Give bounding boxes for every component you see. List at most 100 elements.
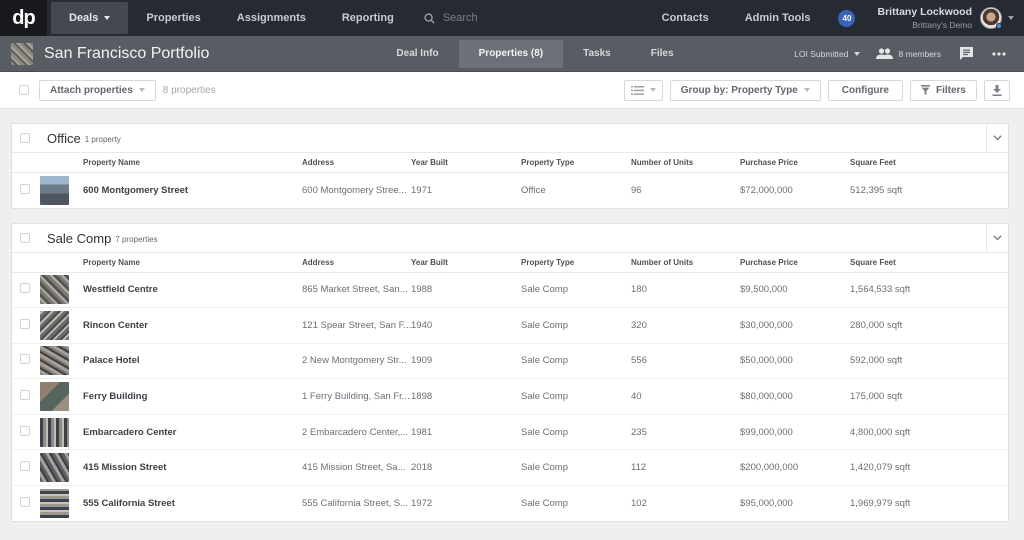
- nav-contacts[interactable]: Contacts: [644, 0, 727, 36]
- row-checkbox[interactable]: [20, 390, 30, 401]
- year-built: 1940: [411, 307, 521, 344]
- column-header[interactable]: Property Type: [521, 153, 631, 173]
- more-options-button[interactable]: [992, 51, 1006, 56]
- deal-title: San Francisco Portfolio: [44, 44, 210, 62]
- caret-down-icon[interactable]: [1008, 16, 1014, 20]
- nav-deals-label: Deals: [69, 12, 99, 24]
- number-of-units: 235: [631, 414, 740, 451]
- table-row[interactable]: 415 Mission Street 415 Mission Street, Sa…: [12, 449, 1008, 487]
- property-thumbnail[interactable]: [40, 382, 69, 412]
- row-checkbox[interactable]: [20, 283, 30, 294]
- property-thumbnail[interactable]: [40, 453, 69, 483]
- group-by-dropdown[interactable]: Group by: Property Type: [669, 79, 821, 101]
- column-header[interactable]: Year Built: [411, 153, 521, 173]
- collapse-group-button[interactable]: [986, 224, 1008, 252]
- property-name[interactable]: Westfield Centre: [83, 272, 302, 309]
- group-select-checkbox[interactable]: [20, 133, 30, 143]
- property-name[interactable]: Rincon Center: [83, 307, 302, 344]
- nav-assignments[interactable]: Assignments: [219, 0, 324, 36]
- table-row[interactable]: Westfield Centre 865 Market Street, San..…: [12, 272, 1008, 309]
- column-header[interactable]: Number of Units: [631, 253, 740, 273]
- property-name[interactable]: Ferry Building: [83, 378, 302, 415]
- property-thumbnail[interactable]: [40, 489, 69, 519]
- table-row[interactable]: 600 Montgomery Street 600 Montgomery Stre…: [12, 172, 1008, 208]
- search-field[interactable]: Search: [424, 12, 478, 24]
- number-of-units: 102: [631, 498, 647, 510]
- group-sale-comp: Sale Comp 7 properties Property Name Add…: [11, 223, 1009, 523]
- members-count: 8 members: [898, 48, 941, 59]
- column-header[interactable]: Square Feet: [850, 253, 1008, 273]
- collapse-group-button[interactable]: [986, 124, 1008, 152]
- property-thumbnail[interactable]: [40, 417, 69, 447]
- column-header[interactable]: Address: [302, 153, 411, 173]
- property-name[interactable]: Embarcadero Center: [83, 414, 302, 451]
- square-feet: 175,000 sqft: [850, 378, 1008, 415]
- filters-button[interactable]: Filters: [909, 79, 977, 101]
- attach-properties-button[interactable]: Attach properties: [39, 79, 156, 101]
- property-name[interactable]: 555 California Street: [83, 486, 302, 522]
- column-header[interactable]: Number of Units: [631, 153, 740, 173]
- row-checkbox[interactable]: [20, 318, 30, 329]
- nav-reporting[interactable]: Reporting: [324, 0, 412, 36]
- property-type: Sale Comp: [521, 449, 631, 487]
- number-of-units: 112: [631, 449, 740, 487]
- user-menu[interactable]: Brittany Lockwood Brittany's Demo: [877, 6, 972, 30]
- select-all-checkbox[interactable]: [19, 85, 29, 95]
- row-checkbox[interactable]: [20, 354, 30, 365]
- tab-tasks[interactable]: Tasks: [563, 40, 631, 68]
- column-header[interactable]: Square Feet: [850, 153, 1008, 173]
- row-checkbox[interactable]: [20, 461, 30, 472]
- tab-deal-info[interactable]: Deal Info: [376, 40, 458, 68]
- properties-count: 8 properties: [162, 84, 216, 96]
- group-by-label: Group by: Property Type: [680, 84, 798, 96]
- property-name[interactable]: 415 Mission Street: [83, 449, 302, 487]
- notification-badge[interactable]: 40: [838, 9, 856, 27]
- row-checkbox[interactable]: [20, 497, 30, 508]
- deal-status-dropdown[interactable]: LOI Submitted: [794, 49, 861, 59]
- property-type: Office: [521, 184, 546, 196]
- user-name: Brittany Lockwood: [877, 6, 972, 18]
- download-button[interactable]: [984, 79, 1010, 101]
- property-thumbnail[interactable]: [40, 310, 69, 340]
- purchase-price: $99,000,000: [740, 414, 850, 451]
- property-name[interactable]: Palace Hotel: [83, 343, 302, 380]
- avatar[interactable]: [980, 7, 1002, 29]
- column-header[interactable]: Property Name: [83, 153, 302, 173]
- column-header[interactable]: Purchase Price: [740, 153, 850, 173]
- view-mode-button[interactable]: [623, 79, 663, 101]
- table-row[interactable]: Rincon Center 121 Spear Street, San F... 1…: [12, 307, 1008, 344]
- square-feet: 512,395 sqft: [850, 184, 903, 196]
- property-thumbnail[interactable]: [40, 275, 69, 305]
- list-view-icon: [630, 85, 644, 95]
- members-button[interactable]: 8 members: [876, 48, 941, 59]
- column-header[interactable]: Year Built: [411, 253, 521, 273]
- row-checkbox[interactable]: [20, 183, 30, 194]
- group-title: Office: [47, 130, 81, 146]
- table-row[interactable]: Ferry Building 1 Ferry Building, San Fr..…: [12, 378, 1008, 415]
- column-header[interactable]: Property Type: [521, 253, 631, 273]
- nav-properties[interactable]: Properties: [128, 0, 218, 36]
- properties-toolbar: Attach properties 8 properties Group by:…: [0, 72, 1024, 109]
- group-title: Sale Comp: [47, 230, 112, 246]
- column-header[interactable]: Address: [302, 253, 411, 273]
- comments-button[interactable]: [959, 46, 974, 61]
- configure-button[interactable]: Configure: [827, 79, 903, 101]
- tab-files[interactable]: Files: [631, 40, 694, 68]
- deal-header: San Francisco Portfolio Deal Info Proper…: [0, 36, 1024, 72]
- property-thumbnail[interactable]: [40, 346, 69, 376]
- table-row[interactable]: Palace Hotel 2 New Montgomery Str... 1909 S…: [12, 343, 1008, 380]
- column-header[interactable]: Purchase Price: [740, 253, 850, 273]
- row-checkbox[interactable]: [20, 425, 30, 436]
- number-of-units: 556: [631, 343, 740, 380]
- group-select-checkbox[interactable]: [20, 233, 30, 243]
- table-row[interactable]: Embarcadero Center 2 Embarcadero Center,.…: [12, 414, 1008, 451]
- nav-deals[interactable]: Deals: [51, 2, 129, 34]
- property-type: Sale Comp: [521, 414, 631, 451]
- tab-properties[interactable]: Properties (8): [458, 39, 564, 68]
- app-logo[interactable]: dp: [0, 0, 47, 36]
- column-header[interactable]: Property Name: [83, 253, 302, 273]
- nav-admin-tools[interactable]: Admin Tools: [727, 0, 829, 36]
- property-name[interactable]: 600 Montgomery Street: [83, 172, 302, 208]
- table-row[interactable]: 555 California Street 555 California Stre…: [12, 486, 1008, 522]
- property-thumbnail[interactable]: [40, 175, 69, 205]
